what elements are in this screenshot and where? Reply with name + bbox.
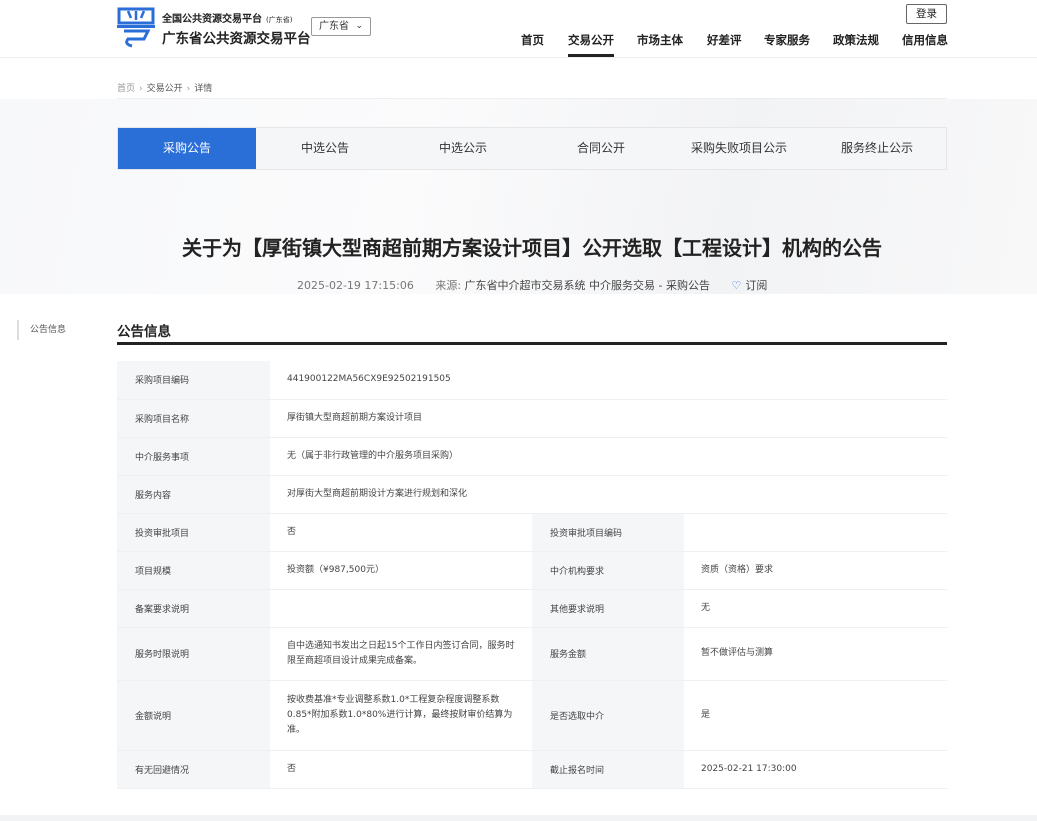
row-value: 对厚街大型商超前期设计方案进行规划和深化 [270, 475, 947, 514]
notice-title: 关于为【厚街镇大型商超前期方案设计项目】公开选取【工程设计】机构的公告 [182, 236, 882, 260]
tab-contract-open[interactable]: 合同公开 [532, 128, 670, 169]
nav-expert-service[interactable]: 专家服务 [764, 32, 810, 48]
row-value: 是 [684, 680, 947, 751]
province-select[interactable]: 广东省 ⌄ [311, 17, 371, 36]
table-row: 项目规模 投资额（¥987,500元） 中介机构要求 资质（资格）要求 [117, 551, 947, 590]
footer-strip [0, 815, 1037, 821]
row-value: 自中选通知书发出之日起15个工作日内签订合同，服务时限至商超项目设计成果完成备案… [270, 627, 532, 681]
row-label: 投资审批项目 [117, 513, 270, 552]
nav-credit[interactable]: 信用信息 [902, 32, 948, 48]
row-value: 无（属于非行政管理的中介服务项目采购） [270, 437, 947, 476]
row-label: 中介服务事项 [117, 437, 270, 476]
row-label: 其他要求说明 [532, 589, 684, 628]
divider [117, 98, 947, 99]
row-value: 厚街镇大型商超前期方案设计项目 [270, 399, 947, 438]
row-value: 2025-02-21 17:30:00 [684, 750, 947, 789]
row-value: 按收费基准*专业调整系数1.0*工程复杂程度调整系数0.85*附加系数1.0*8… [270, 680, 532, 751]
nav-policy[interactable]: 政策法规 [833, 32, 879, 48]
chevron-down-icon: ⌄ [355, 21, 363, 31]
row-value: 否 [270, 750, 532, 789]
row-label: 金额说明 [117, 680, 270, 751]
login-button[interactable]: 登录 [906, 4, 947, 24]
notice-tabs: 采购公告 中选公告 中选公示 合同公开 采购失败项目公示 服务终止公示 [117, 127, 947, 170]
table-row: 金额说明 按收费基准*专业调整系数1.0*工程复杂程度调整系数0.85*附加系数… [117, 680, 947, 751]
table-row: 投资审批项目 否 投资审批项目编码 [117, 513, 947, 552]
table-row: 有无回避情况 否 截止报名时间 2025-02-21 17:30:00 [117, 750, 947, 789]
tab-selection-publicity[interactable]: 中选公示 [394, 128, 532, 169]
breadcrumb-current: 详情 [194, 84, 213, 94]
row-value: 否 [270, 513, 532, 552]
row-label: 服务时限说明 [117, 627, 270, 681]
source-value: 广东省中介超市交易系统 中介服务交易 - 采购公告 [464, 279, 711, 292]
side-nav-item-notice-info[interactable]: 公告信息 [17, 320, 66, 340]
row-label: 有无回避情况 [117, 750, 270, 789]
row-value: 441900122MA56CX9E92502191505 [270, 361, 947, 400]
table-row: 采购项目编码 441900122MA56CX9E92502191505 [117, 361, 947, 400]
row-value [684, 513, 947, 552]
breadcrumb: 首页 › 交易公开 › 详情 [117, 84, 213, 94]
row-value: 无 [684, 589, 947, 628]
breadcrumb-trade[interactable]: 交易公开 [147, 84, 183, 94]
notice-info-table: 采购项目编码 441900122MA56CX9E92502191505 采购项目… [117, 361, 947, 789]
section-title: 公告信息 [117, 324, 171, 340]
row-label: 截止报名时间 [532, 750, 684, 789]
nav-market-entity[interactable]: 市场主体 [637, 32, 683, 48]
row-label: 项目规模 [117, 551, 270, 590]
row-value [270, 589, 532, 628]
row-value: 投资额（¥987,500元） [270, 551, 532, 590]
table-row: 服务内容 对厚街大型商超前期设计方案进行规划和深化 [117, 475, 947, 514]
row-value: 暂不做评估与测算 [684, 627, 947, 681]
site-header: 全国公共资源交易平台 (广东省) 广东省公共资源交易平台 广东省 ⌄ 登录 首页 … [0, 0, 1037, 58]
source-label: 来源: [435, 279, 462, 292]
row-label: 投资审批项目编码 [532, 513, 684, 552]
tab-failed-projects[interactable]: 采购失败项目公示 [670, 128, 808, 169]
row-label: 采购项目名称 [117, 399, 270, 438]
logo-platform-text: 全国公共资源交易平台 (广东省) [162, 14, 293, 25]
row-label: 是否选取中介 [532, 680, 684, 751]
row-value: 资质（资格）要求 [684, 551, 947, 590]
row-label: 中介机构要求 [532, 551, 684, 590]
tab-service-termination[interactable]: 服务终止公示 [808, 128, 946, 169]
row-label: 采购项目编码 [117, 361, 270, 400]
tab-selection-notice[interactable]: 中选公告 [256, 128, 394, 169]
row-label: 备案要求说明 [117, 589, 270, 628]
subscribe-button[interactable]: ♡ 订阅 [732, 279, 768, 292]
breadcrumb-home[interactable]: 首页 [117, 84, 135, 94]
nav-trade-open[interactable]: 交易公开 [568, 32, 614, 57]
logo-site-name[interactable]: 广东省公共资源交易平台 [162, 27, 311, 47]
notice-date: 2025-02-19 17:15:06 [297, 279, 414, 292]
nav-home[interactable]: 首页 [521, 32, 544, 48]
table-row: 服务时限说明 自中选通知书发出之日起15个工作日内签订合同，服务时限至商超项目设… [117, 627, 947, 681]
section-divider [117, 342, 947, 345]
table-row: 采购项目名称 厚街镇大型商超前期方案设计项目 [117, 399, 947, 438]
logo-icon[interactable] [116, 6, 156, 48]
nav-rating[interactable]: 好差评 [707, 32, 742, 48]
table-row: 备案要求说明 其他要求说明 无 [117, 589, 947, 628]
tab-procurement-notice[interactable]: 采购公告 [118, 128, 256, 169]
row-label: 服务金额 [532, 627, 684, 681]
heart-icon: ♡ [731, 279, 742, 292]
notice-meta: 2025-02-19 17:15:06 来源: 广东省中介超市交易系统 中介服务… [297, 277, 767, 293]
row-label: 服务内容 [117, 475, 270, 514]
table-row: 中介服务事项 无（属于非行政管理的中介服务项目采购） [117, 437, 947, 476]
